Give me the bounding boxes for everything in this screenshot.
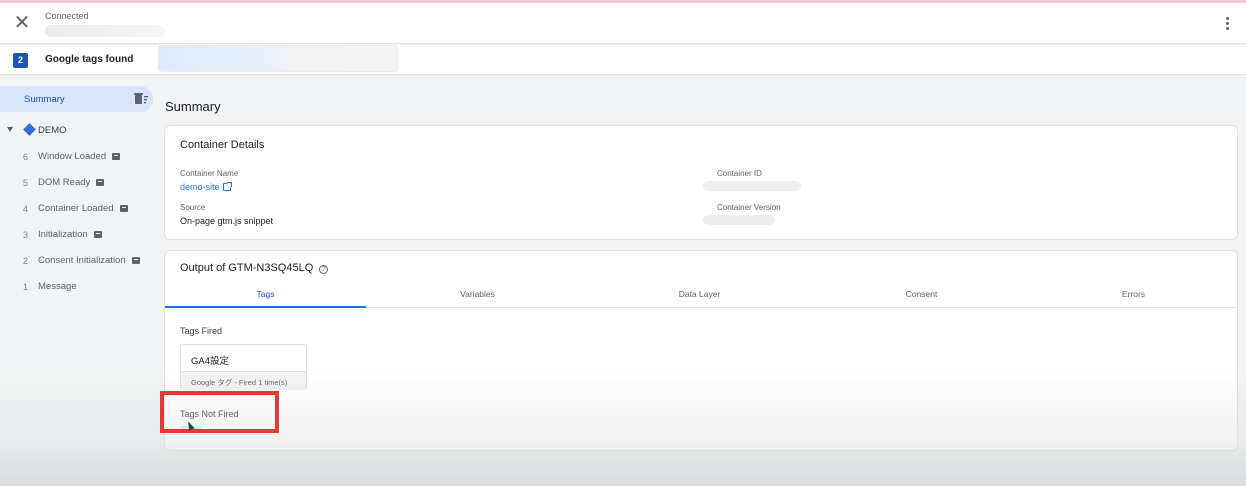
more-vert-icon[interactable] [1222,15,1232,33]
tab-tags[interactable]: Tags [165,286,366,308]
domain-chip-redacted[interactable] [158,45,398,72]
tag-icon [93,230,102,238]
tab-consent[interactable]: Consent [821,286,1022,308]
source-value: On-page gtm.js snippet [180,216,274,226]
container-name-label: Container Name [180,169,239,178]
event-label: Window Loaded [38,151,107,162]
sidebar: Summary DEMO 6 Window Loaded 5 DOM Ready… [0,76,160,486]
event-number: 5 [23,178,29,188]
event-number: 1 [23,282,29,292]
event-label-wrap: Container Loaded [38,203,128,214]
highlight-annotation-box [160,391,279,433]
event-number: 4 [23,204,29,214]
card-title: Container Details [180,139,265,151]
sidebar-item-label: Summary [24,94,65,105]
connected-url-redacted [45,25,165,37]
event-number: 3 [23,230,29,240]
tags-found-bar: 2 Google tags found [0,45,1246,75]
caret-down-icon[interactable] [7,127,13,132]
event-label-wrap: Consent Initialization [38,255,140,266]
event-label: Container Loaded [38,203,114,214]
sidebar-event-consent-initialization[interactable]: 2 Consent Initialization [0,253,160,271]
open-in-new-icon[interactable] [222,182,232,191]
tab-errors[interactable]: Errors [1033,286,1234,308]
tags-fired-heading: Tags Fired [180,326,223,336]
tags-count-badge: 2 [13,53,28,68]
event-label: Initialization [38,229,88,240]
tag-icon [96,178,105,186]
container-details-card: Container Details Container Name demo-si… [164,125,1238,240]
event-label: Message [38,281,77,292]
tag-meta: Google タグ - Fired 1 time(s) [181,371,306,390]
event-label-wrap: Initialization [38,229,102,240]
event-number: 6 [23,152,29,162]
tag-icon [119,204,128,212]
event-number: 2 [23,256,29,266]
sidebar-event-window-loaded[interactable]: 6 Window Loaded [0,149,160,167]
sidebar-event-dom-ready[interactable]: 5 DOM Ready [0,175,160,193]
connection-status: Connected [45,11,89,21]
sidebar-item-summary[interactable]: Summary [0,86,153,112]
output-title: Output of GTM-N3SQ45LQ [180,262,314,274]
container-id-label: Container ID [717,169,762,178]
page-title: Summary [165,99,221,114]
tab-variables[interactable]: Variables [377,286,578,308]
tag-icon [112,152,121,160]
event-label: DOM Ready [38,177,91,188]
sidebar-event-initialization[interactable]: 3 Initialization [0,227,160,245]
container-version-redacted [703,215,775,225]
container-label: DEMO [38,125,67,136]
tag-icon [131,256,140,264]
event-label-wrap: DOM Ready [38,177,105,188]
fired-tag-card[interactable]: GA4設定 Google タグ - Fired 1 time(s) [180,344,307,390]
output-card: Output of GTM-N3SQ45LQ? Tags Variables D… [164,250,1238,451]
gtm-diamond-icon [23,123,36,136]
container-id-redacted [703,181,801,191]
container-name-value[interactable]: demo-site [180,182,220,192]
container-name-link[interactable]: demo-site [180,182,232,192]
source-label: Source [180,203,206,212]
help-icon[interactable]: ? [319,265,329,274]
container-version-label: Container Version [717,203,781,212]
sidebar-event-message[interactable]: 1 Message [0,279,160,297]
tag-name: GA4設定 [191,356,230,367]
top-bar: ✕ Connected [0,3,1246,44]
close-icon[interactable]: ✕ [12,13,32,33]
event-label-wrap: Window Loaded [38,151,121,162]
tab-data-layer[interactable]: Data Layer [599,286,800,308]
output-title-row: Output of GTM-N3SQ45LQ? [180,262,329,274]
output-tabs: Tags Variables Data Layer Consent Errors [165,286,1237,308]
delete-sweep-icon[interactable] [134,93,148,105]
tags-found-label: Google tags found [45,54,134,65]
event-label: Consent Initialization [38,255,126,266]
sidebar-container-demo[interactable]: DEMO [0,122,160,138]
sidebar-event-container-loaded[interactable]: 4 Container Loaded [0,201,160,219]
